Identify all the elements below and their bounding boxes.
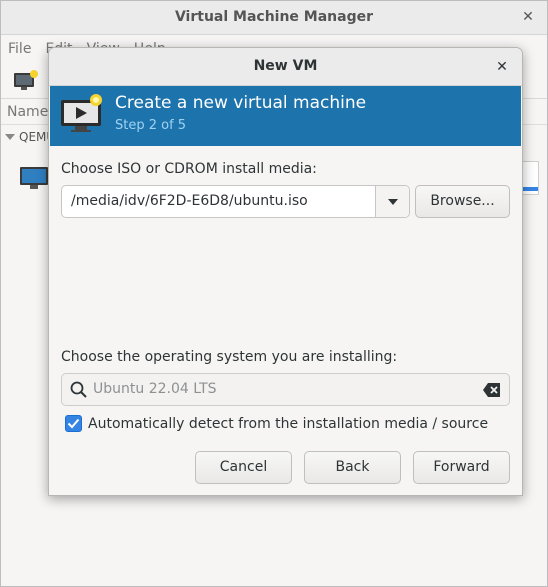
- main-titlebar: Virtual Machine Manager ✕: [1, 1, 547, 35]
- iso-label: Choose ISO or CDROM install media:: [61, 161, 317, 177]
- menu-file[interactable]: File: [8, 41, 31, 57]
- chevron-down-icon[interactable]: [375, 186, 409, 217]
- cancel-button[interactable]: Cancel: [195, 451, 292, 484]
- auto-detect-checkbox[interactable]: [65, 415, 82, 432]
- os-search-input[interactable]: Ubuntu 22.04 LTS: [61, 373, 510, 406]
- main-close-icon[interactable]: ✕: [519, 8, 537, 26]
- dialog-title: New VM: [253, 58, 318, 74]
- expander-icon[interactable]: [5, 134, 15, 140]
- iso-path-input[interactable]: /media/idv/6F2D-E6D8/ubuntu.iso: [62, 186, 375, 217]
- forward-button[interactable]: Forward: [413, 451, 510, 484]
- monitor-icon: [60, 94, 106, 138]
- wizard-banner: Create a new virtual machine Step 2 of 5: [50, 86, 521, 146]
- main-window-title: Virtual Machine Manager: [174, 9, 374, 25]
- wizard-title: Create a new virtual machine: [115, 93, 367, 113]
- back-button[interactable]: Back: [304, 451, 401, 484]
- auto-detect-row[interactable]: Automatically detect from the installati…: [65, 415, 488, 432]
- iso-path-combobox[interactable]: /media/idv/6F2D-E6D8/ubuntu.iso: [61, 185, 410, 218]
- checkmark-icon: [67, 418, 80, 429]
- new-vm-toolbar-icon[interactable]: [13, 70, 39, 96]
- os-search-value[interactable]: Ubuntu 22.04 LTS: [93, 374, 217, 405]
- new-vm-dialog: New VM ✕ Create a new virtual machine St…: [48, 47, 523, 496]
- os-label: Choose the operating system you are inst…: [61, 349, 398, 365]
- wizard-step: Step 2 of 5: [115, 118, 187, 133]
- browse-button[interactable]: Browse...: [415, 185, 510, 218]
- vm-monitor-icon: [19, 165, 49, 195]
- auto-detect-label[interactable]: Automatically detect from the installati…: [88, 416, 488, 432]
- clear-icon[interactable]: [483, 383, 501, 401]
- search-icon: [70, 381, 88, 403]
- close-icon[interactable]: ✕: [492, 57, 512, 77]
- dialog-titlebar: New VM ✕: [49, 48, 522, 86]
